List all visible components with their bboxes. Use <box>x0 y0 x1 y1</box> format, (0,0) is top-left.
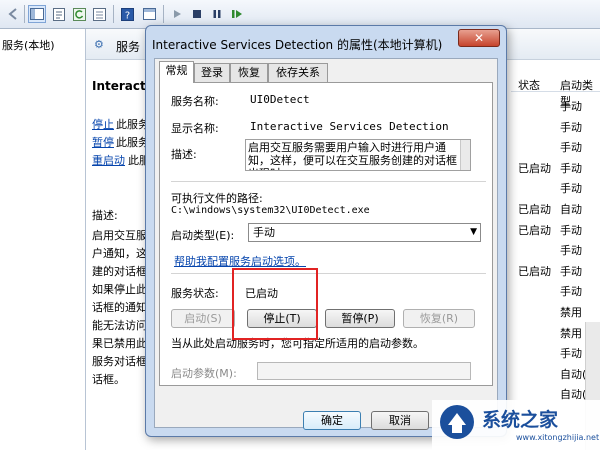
tab-dependencies[interactable]: 依存关系 <box>268 63 328 82</box>
start-service-icon[interactable] <box>168 5 186 23</box>
description-text: 启用交互服务需要用户输入时进行用户通知，这样，便可以在交互服务创建的对话框出现时 <box>248 141 457 170</box>
startup-type-cell: 手动 <box>560 182 582 196</box>
tab-logon[interactable]: 登录 <box>194 63 230 82</box>
startup-type-cell: 手动 <box>560 264 582 278</box>
pause-service-icon[interactable] <box>208 5 226 23</box>
description-label: 描述: <box>171 148 197 161</box>
divider <box>171 181 486 182</box>
startup-type-select[interactable]: 手动 ▼ <box>248 223 481 242</box>
startup-type-cell: 手动 <box>560 161 582 175</box>
back-arrow-icon[interactable] <box>4 5 22 23</box>
help-configure-startup-link[interactable]: 帮助我配置服务启动选项。 <box>174 253 306 269</box>
description-line: 果已禁用此 <box>92 337 147 350</box>
status-cell: 已启动 <box>518 203 551 216</box>
service-name-value: UI0Detect <box>250 93 310 106</box>
startup-type-value: 手动 <box>253 226 275 239</box>
watermark-text: 系统之家 <box>482 409 559 431</box>
column-header-status[interactable]: 状态 <box>518 77 540 93</box>
description-box[interactable]: 启用交互服务需要用户输入时进行用户通知，这样，便可以在交互服务创建的对话框出现时 <box>245 139 471 171</box>
help-icon[interactable]: ? <box>118 5 136 23</box>
stop-service-link[interactable]: 停止 <box>92 116 114 132</box>
status-cell: 已启动 <box>518 161 551 175</box>
properties-icon[interactable] <box>50 5 68 23</box>
divider <box>171 273 486 274</box>
description-line: 建的对话框 <box>92 265 147 278</box>
description-line: 能无法访问 <box>92 319 147 332</box>
description-line: 服务对话框 <box>92 355 147 368</box>
description-line: 如果停止此 <box>92 283 147 296</box>
refresh-icon[interactable] <box>70 5 88 23</box>
resume-button[interactable]: 恢复(R) <box>403 309 475 328</box>
restart-service-link[interactable]: 重启动 <box>92 152 125 168</box>
toolbar-separator <box>163 5 164 23</box>
service-status-label: 服务状态: <box>171 287 219 300</box>
services-gear-icon: ⚙ <box>94 38 104 51</box>
console-tree: 服务(本地) <box>0 29 86 450</box>
exe-path-label: 可执行文件的路径: <box>171 192 263 205</box>
console-tree-icon[interactable] <box>28 5 46 23</box>
startup-type-cell: 手动 <box>560 100 582 113</box>
exe-path-value: C:\windows\system32\UI0Detect.exe <box>171 205 370 216</box>
status-cell: 已启动 <box>518 264 551 278</box>
startup-type-cell: 手动 <box>560 244 582 258</box>
pause-service-link[interactable]: 暂停 <box>92 134 114 150</box>
export-list-icon[interactable] <box>90 5 108 23</box>
description-line: 户通知，这 <box>92 247 147 260</box>
startup-type-cell: 禁用 <box>560 326 582 340</box>
startup-type-cell: 手动 <box>560 347 582 361</box>
watermark-logo-icon <box>440 405 474 439</box>
startup-type-label: 启动类型(E): <box>171 229 235 242</box>
stop-service-icon[interactable] <box>188 5 206 23</box>
startup-type-cell: 禁用 <box>560 306 582 319</box>
ok-button[interactable]: 确定 <box>303 411 361 430</box>
tab-recovery[interactable]: 恢复 <box>230 63 268 82</box>
services-panel-title: 服务 <box>116 40 141 54</box>
watermark-url: www.xitongzhijia.net <box>516 433 600 442</box>
restart-service-icon[interactable] <box>228 5 246 23</box>
start-button[interactable]: 启动(S) <box>171 309 235 328</box>
description-scrollbar[interactable] <box>460 140 470 170</box>
startup-type-cell: 手动 <box>560 285 582 299</box>
show-hide-icon[interactable] <box>140 5 158 23</box>
toolbar-separator <box>113 5 114 23</box>
tab-general[interactable]: 常规 <box>159 61 194 83</box>
status-cell: 已启动 <box>518 223 551 237</box>
dialog-title: Interactive Services Detection 的属性(本地计算机… <box>152 38 443 52</box>
svg-text:?: ? <box>124 10 129 21</box>
cancel-button[interactable]: 取消 <box>371 411 429 430</box>
highlight-box <box>232 268 318 340</box>
dialog-body: 常规 登录 恢复 依存关系 服务名称: UI0Detect 显示名称: Inte… <box>154 58 498 430</box>
pause-button[interactable]: 暂停(P) <box>325 309 395 328</box>
start-parameters-input[interactable] <box>257 362 471 380</box>
general-tab-page: 服务名称: UI0Detect 显示名称: Interactive Servic… <box>159 82 493 386</box>
toolbar-separator <box>24 5 25 23</box>
startup-type-cell: 自动 <box>560 203 582 216</box>
display-name-value: Interactive Services Detection <box>250 120 449 133</box>
description-label: 描述: <box>92 209 118 222</box>
start-parameters-label: 启动参数(M): <box>171 367 237 380</box>
dialog-titlebar[interactable]: Interactive Services Detection 的属性(本地计算机… <box>146 26 506 58</box>
close-button[interactable]: ✕ <box>458 29 500 47</box>
service-name-label: 服务名称: <box>171 95 219 108</box>
startup-type-cell: 手动 <box>560 141 582 155</box>
startup-type-cell: 手动 <box>560 120 582 134</box>
tree-item-services-local[interactable]: 服务(本地) <box>2 37 55 53</box>
description-line: 话框的通知 <box>92 301 147 314</box>
dropdown-arrow-icon: ▼ <box>470 227 477 237</box>
display-name-label: 显示名称: <box>171 122 219 135</box>
startup-type-cell: 手动 <box>560 223 582 237</box>
watermark: 系统之家 www.xitongzhijia.net <box>432 400 600 450</box>
description-line: 启用交互服 <box>92 229 147 242</box>
properties-dialog: Interactive Services Detection 的属性(本地计算机… <box>145 25 507 437</box>
description-line: 话框。 <box>92 373 125 386</box>
